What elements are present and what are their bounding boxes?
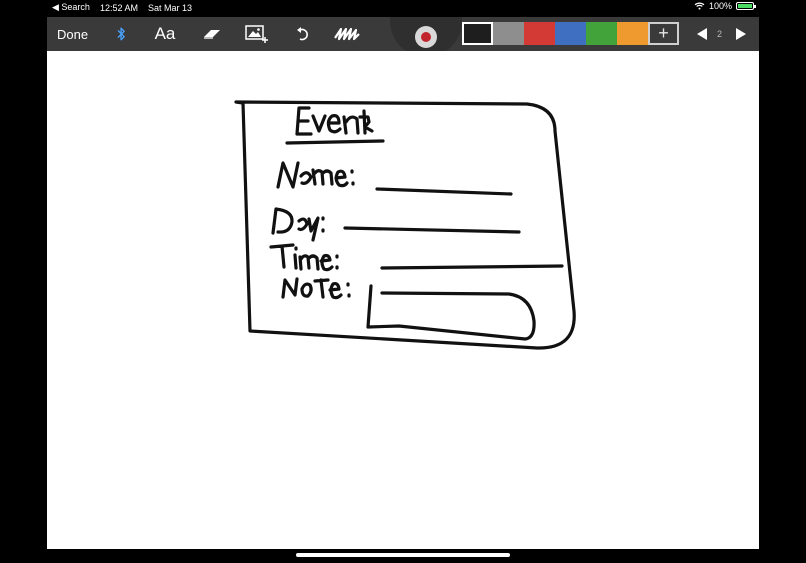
eraser-button[interactable] xyxy=(200,17,224,51)
eraser-icon xyxy=(204,30,220,39)
status-bar: ◀ Search 12:52 AM Sat Mar 13 100% xyxy=(0,0,806,14)
record-dot xyxy=(421,32,431,42)
home-indicator[interactable] xyxy=(296,553,510,557)
next-page-icon xyxy=(736,28,746,40)
previous-page-button[interactable] xyxy=(692,17,712,51)
back-to-search-link[interactable]: ◀ Search xyxy=(52,2,90,13)
color-swatch[interactable] xyxy=(555,22,586,45)
previous-page-icon xyxy=(697,28,707,40)
sketch-line-day xyxy=(343,226,521,234)
color-swatch[interactable] xyxy=(524,22,555,45)
status-time: 12:52 AM xyxy=(99,2,138,13)
sketch-label-day xyxy=(271,207,325,242)
undo-icon xyxy=(297,27,308,41)
color-swatch[interactable] xyxy=(462,22,493,45)
sketch-label-time xyxy=(269,243,339,272)
record-icon xyxy=(415,26,437,48)
sketch-label-name xyxy=(276,161,355,189)
sketch-note-box xyxy=(366,284,536,341)
color-swatch[interactable] xyxy=(617,22,648,45)
status-date: Sat Mar 13 xyxy=(147,2,193,13)
scribble-brush-icon xyxy=(334,27,360,41)
sketch-line-name xyxy=(375,187,513,196)
sketch-box-outline xyxy=(234,100,576,350)
wifi-icon xyxy=(694,2,705,10)
color-swatch[interactable] xyxy=(493,22,524,45)
bluetooth-button[interactable] xyxy=(111,17,131,51)
add-color-button[interactable]: + xyxy=(648,22,679,45)
handwritten-sketch xyxy=(234,100,576,350)
sketch-title-event xyxy=(295,106,374,136)
drawing-canvas[interactable] xyxy=(47,51,759,549)
page-number: 2 xyxy=(717,29,723,39)
battery-charging-icon xyxy=(736,2,756,10)
text-tool-button[interactable]: Aa xyxy=(149,17,181,51)
toolbar: Done Aa + 2 xyxy=(47,17,759,57)
record-button[interactable] xyxy=(410,23,442,51)
next-page-button[interactable] xyxy=(731,17,751,51)
sketch-title-underline xyxy=(285,139,385,145)
pen-style-button[interactable] xyxy=(332,17,362,51)
sketch-line-time xyxy=(380,264,564,270)
insert-image-button[interactable] xyxy=(244,17,270,51)
done-button[interactable]: Done xyxy=(57,17,88,51)
battery-percentage: 100% xyxy=(708,1,732,11)
color-palette: + xyxy=(462,22,679,45)
color-swatch[interactable] xyxy=(586,22,617,45)
bluetooth-icon xyxy=(116,27,125,41)
undo-button[interactable] xyxy=(293,17,313,51)
battery-level-fill xyxy=(738,4,752,8)
insert-image-icon xyxy=(245,25,268,43)
sketch-label-note xyxy=(281,277,351,300)
add-color-icon: + xyxy=(658,23,669,43)
